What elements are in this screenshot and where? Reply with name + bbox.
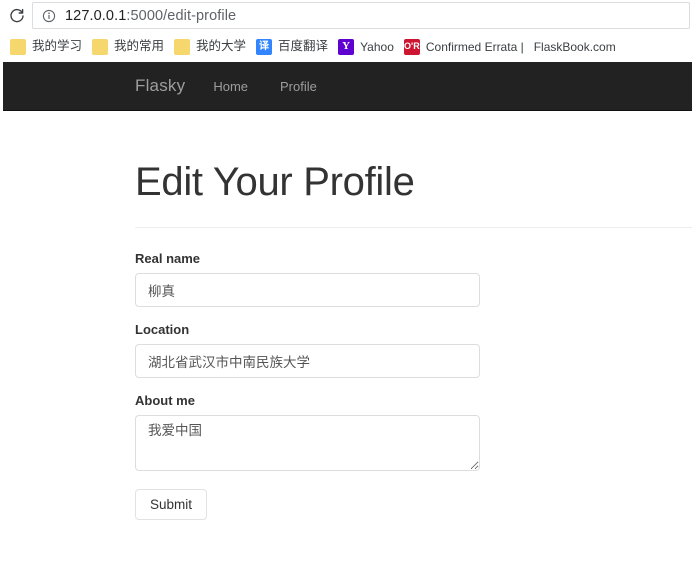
content-container: Edit Your Profile Real name Location Abo… bbox=[135, 112, 692, 520]
bookmark-yahoo[interactable]: Y Yahoo bbox=[336, 35, 400, 59]
navbar-brand[interactable]: Flasky bbox=[135, 76, 185, 96]
bookmark-label: 我的学习 bbox=[32, 39, 83, 54]
page-title: Edit Your Profile bbox=[135, 160, 415, 204]
label-about-me: About me bbox=[135, 393, 195, 408]
bookmark-label: FlaskBook.com bbox=[533, 39, 616, 54]
navbar-inner: Flasky Home Profile bbox=[135, 76, 349, 96]
bookmark-confirmed-errata[interactable]: O'R Confirmed Errata | bbox=[402, 35, 530, 59]
url-text: 127.0.0.1:5000/edit-profile bbox=[65, 8, 236, 24]
real-name-input[interactable] bbox=[135, 273, 480, 307]
nav-link-profile[interactable]: Profile bbox=[280, 79, 317, 94]
page-content: Edit Your Profile Real name Location Abo… bbox=[0, 112, 692, 563]
form-group-real-name: Real name bbox=[135, 251, 480, 307]
browser-chrome: 127.0.0.1:5000/edit-profile 我的学习 我的常用 我的… bbox=[0, 0, 692, 62]
oreilly-icon: O'R bbox=[403, 38, 420, 55]
bookmark-label: Yahoo bbox=[360, 39, 394, 54]
folder-icon bbox=[92, 38, 109, 55]
label-location: Location bbox=[135, 322, 190, 337]
site-navbar: Flasky Home Profile bbox=[3, 62, 692, 111]
bookmark-label: 百度翻译 bbox=[278, 39, 329, 54]
nav-link-home[interactable]: Home bbox=[213, 79, 248, 94]
bookmark-label: 我的大学 bbox=[196, 39, 247, 54]
bookmark-my-frequent[interactable]: 我的常用 bbox=[90, 35, 170, 59]
bookmark-my-university[interactable]: 我的大学 bbox=[172, 35, 252, 59]
url-path: :5000/edit-profile bbox=[126, 7, 237, 24]
address-bar[interactable]: 127.0.0.1:5000/edit-profile bbox=[32, 2, 690, 29]
submit-button[interactable]: Submit bbox=[135, 489, 208, 520]
edit-profile-form: Real name Location About me Submit bbox=[135, 251, 480, 520]
bookmark-baidu-translate[interactable]: 译 百度翻译 bbox=[254, 35, 334, 59]
yahoo-icon: Y bbox=[338, 38, 355, 55]
url-host: 127.0.0.1 bbox=[65, 7, 127, 24]
bookmark-flaskbook[interactable]: FlaskBook.com bbox=[532, 35, 622, 59]
title-divider bbox=[135, 227, 692, 228]
about-me-textarea[interactable] bbox=[135, 415, 480, 471]
folder-icon bbox=[174, 38, 191, 55]
info-circle-icon[interactable] bbox=[41, 8, 57, 24]
location-input[interactable] bbox=[135, 344, 480, 378]
label-real-name: Real name bbox=[135, 251, 201, 266]
omnibox-row: 127.0.0.1:5000/edit-profile bbox=[0, 0, 692, 31]
bookmark-my-study[interactable]: 我的学习 bbox=[8, 35, 88, 59]
reload-icon[interactable] bbox=[2, 1, 32, 31]
bookmarks-bar: 我的学习 我的常用 我的大学 译 百度翻译 Y Yahoo O'R Confir… bbox=[0, 31, 692, 62]
baidu-translate-icon: 译 bbox=[256, 38, 273, 55]
bookmark-label: 我的常用 bbox=[114, 39, 165, 54]
folder-icon bbox=[10, 38, 26, 55]
bookmark-label: Confirmed Errata | bbox=[425, 39, 524, 54]
form-group-location: Location bbox=[135, 322, 480, 378]
form-group-about-me: About me bbox=[135, 393, 480, 471]
